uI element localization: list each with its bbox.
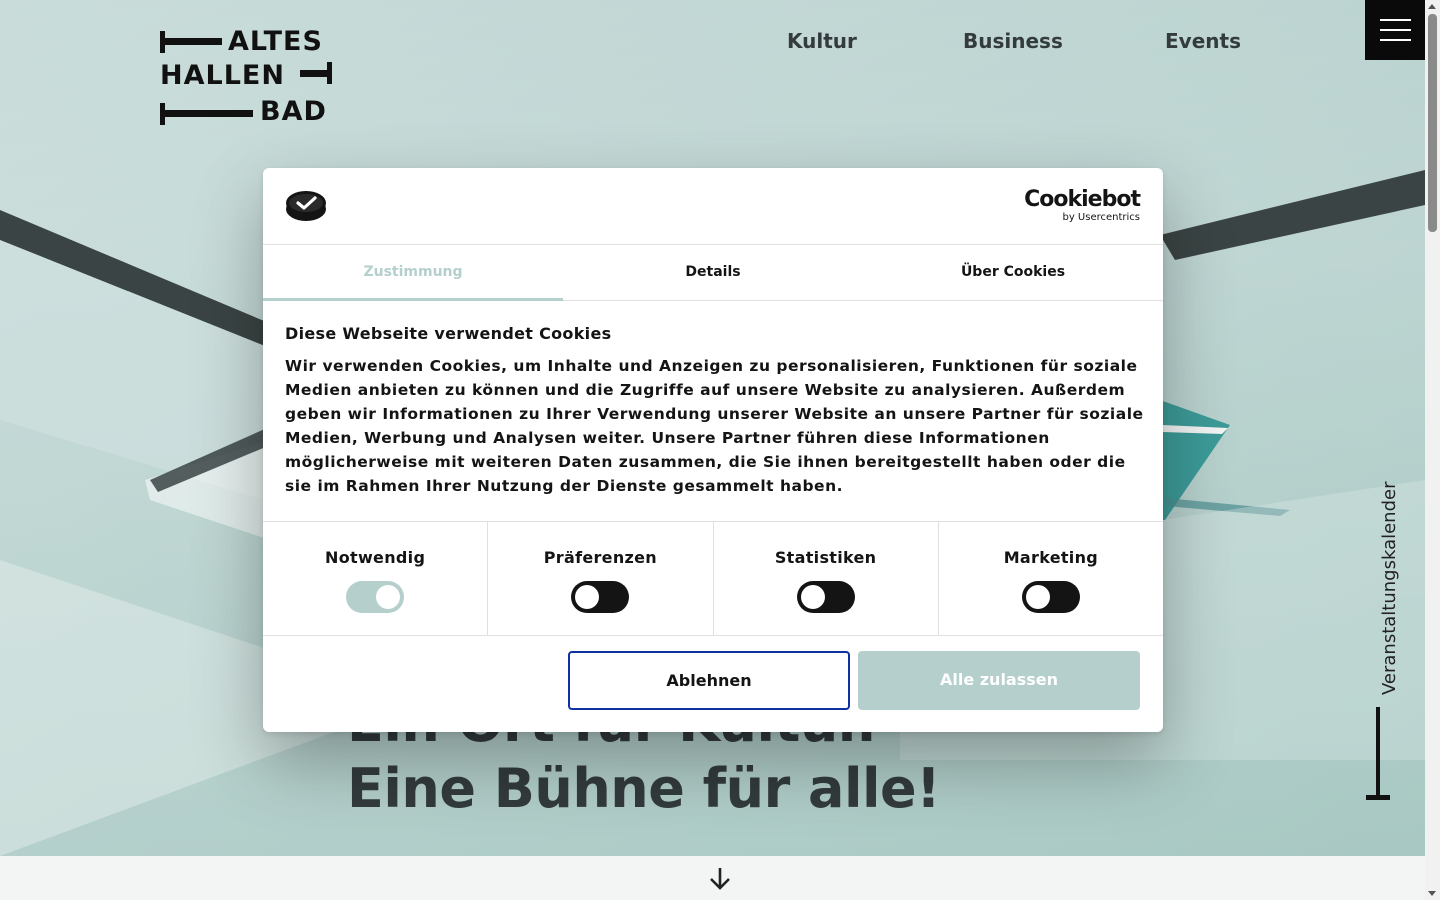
arrow-down-icon[interactable] xyxy=(708,866,732,892)
logo-word-hallen: HALLEN xyxy=(160,60,285,91)
event-calendar-line xyxy=(1376,707,1380,800)
cookie-dialog-description: Wir verwenden Cookies, um Inhalte und An… xyxy=(285,357,1144,495)
cookie-dialog-heading: Diese Webseite verwendet Cookies xyxy=(285,324,612,343)
hero-line-2: Eine Bühne für alle! xyxy=(347,757,941,820)
menu-icon-line xyxy=(1380,29,1411,31)
category-notwendig: Notwendig xyxy=(263,522,489,635)
hamburger-menu-button[interactable] xyxy=(1365,0,1425,60)
logo-word-altes: ALTES xyxy=(228,26,323,57)
toggle-knob xyxy=(1025,585,1050,609)
nav-link-business[interactable]: Business xyxy=(963,29,1063,53)
cookie-dialog-tabs: Zustimmung Details Über Cookies xyxy=(263,245,1163,301)
category-label: Präferenzen xyxy=(543,548,657,567)
cookie-logo-icon xyxy=(286,191,326,221)
nav-link-kultur[interactable]: Kultur xyxy=(787,29,857,53)
scroll-down-icon[interactable] xyxy=(1428,891,1436,896)
toggle-praeferenzen[interactable] xyxy=(571,581,630,613)
scroll-up-icon[interactable] xyxy=(1428,4,1436,9)
menu-icon-line xyxy=(1380,39,1411,41)
logo-word-bad: BAD xyxy=(260,96,327,127)
cookie-consent-dialog: Cookiebot by Usercentrics Zustimmung Det… xyxy=(263,168,1163,732)
menu-icon-line xyxy=(1380,19,1411,21)
toggle-knob xyxy=(800,585,825,609)
category-statistiken: Statistiken xyxy=(714,522,939,635)
category-label: Marketing xyxy=(1003,548,1099,567)
logo-mark-bar xyxy=(160,110,253,117)
cookie-dialog-header: Cookiebot by Usercentrics xyxy=(263,168,1163,245)
event-calendar-foot xyxy=(1366,795,1390,800)
event-calendar-label: Veranstaltungskalender xyxy=(1379,481,1400,696)
tab-zustimmung[interactable]: Zustimmung xyxy=(263,245,563,301)
toggle-marketing[interactable] xyxy=(1021,581,1080,613)
category-label: Notwendig xyxy=(325,548,426,567)
category-label: Statistiken xyxy=(774,548,877,567)
page-scrollbar[interactable] xyxy=(1425,0,1440,900)
cookiebot-brand-by: by Usercentrics xyxy=(1062,212,1140,223)
category-marketing: Marketing xyxy=(939,522,1163,635)
category-praeferenzen: Präferenzen xyxy=(488,522,714,635)
event-calendar-link[interactable]: Veranstaltungskalender xyxy=(1365,470,1400,805)
logo-mark-bar xyxy=(160,38,222,45)
tab-ueber-cookies[interactable]: Über Cookies xyxy=(863,245,1163,300)
site-logo[interactable]: ALTES HALLEN BAD xyxy=(160,28,335,128)
tab-details[interactable]: Details xyxy=(563,245,863,300)
toggle-statistiken[interactable] xyxy=(796,581,855,613)
nav-link-events[interactable]: Events xyxy=(1165,29,1241,53)
decline-button[interactable]: Ablehnen xyxy=(568,651,850,710)
toggle-knob xyxy=(575,585,600,609)
cookiebot-brand-name: Cookiebot xyxy=(1024,187,1141,212)
cookiebot-brand: Cookiebot by Usercentrics xyxy=(1024,187,1141,224)
cookie-category-toggles: Notwendig Präferenzen Statistiken Market… xyxy=(263,521,1163,636)
cookie-dialog-body: Diese Webseite verwendet Cookies Wir ver… xyxy=(285,323,1145,498)
logo-mark-cap xyxy=(327,62,332,84)
accept-all-button[interactable]: Alle zulassen xyxy=(858,651,1140,710)
toggle-notwendig[interactable] xyxy=(346,581,405,613)
toggle-knob xyxy=(376,585,401,609)
scrollbar-thumb[interactable] xyxy=(1428,14,1437,232)
